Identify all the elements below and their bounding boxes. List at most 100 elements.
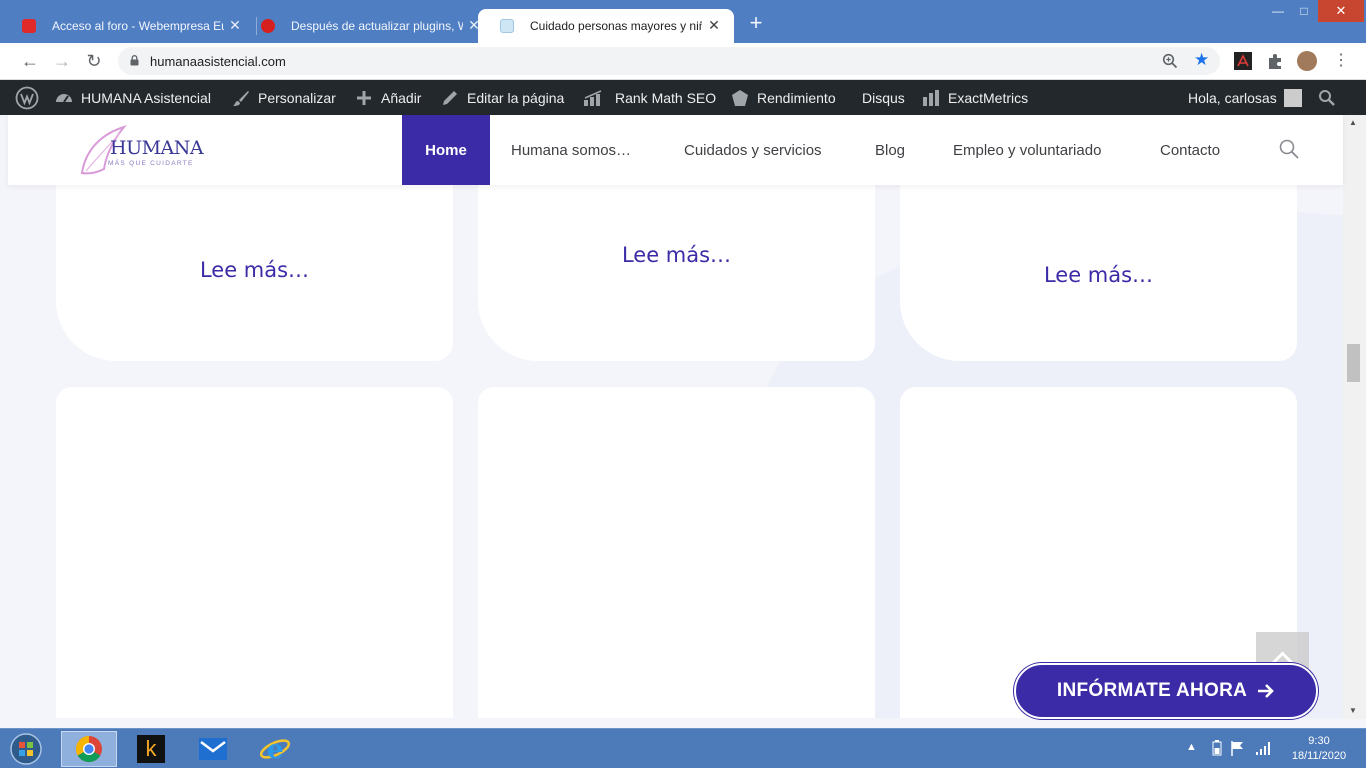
- nav-label: Humana somos…: [511, 141, 632, 159]
- browser-tab[interactable]: Acceso al foro - Webempresa Eu ✕: [0, 9, 255, 43]
- new-tab-button[interactable]: +: [746, 12, 766, 34]
- reload-icon[interactable]: ↻: [83, 50, 105, 72]
- browser-tab-active[interactable]: Cuidado personas mayores y niño ✕: [478, 9, 734, 43]
- nav-home[interactable]: Home: [402, 115, 490, 185]
- scroll-down-icon[interactable]: ▼: [1349, 706, 1357, 715]
- cta-label: INFÓRMATE AHORA: [1056, 680, 1248, 701]
- taskbar-chrome[interactable]: [61, 731, 117, 767]
- brush-icon: [233, 90, 249, 106]
- bars-icon: [923, 89, 939, 106]
- service-card: Lee más…: [56, 185, 453, 361]
- admin-edit-page[interactable]: Editar la página: [441, 80, 564, 115]
- webempresa-icon: [22, 19, 36, 33]
- nav-label: Blog: [875, 141, 906, 159]
- admin-item-label: Personalizar: [258, 89, 336, 106]
- extensions-icon[interactable]: [1266, 52, 1284, 70]
- battery-icon[interactable]: [1212, 740, 1222, 759]
- logo-tagline: MÁS QUE CUIDARTE: [108, 160, 194, 167]
- admin-rank-math[interactable]: Rank Math SEO: [583, 80, 716, 115]
- service-card: Lee más…: [900, 185, 1297, 361]
- scroll-thumb[interactable]: [1347, 344, 1360, 382]
- url-text[interactable]: humanaasistencial.com: [150, 54, 286, 69]
- nav-humana-somos[interactable]: Humana somos…: [511, 115, 631, 185]
- maximize-icon[interactable]: □: [1290, 4, 1318, 20]
- pencil-icon: [443, 90, 457, 105]
- close-icon[interactable]: ✕: [706, 17, 722, 34]
- read-more-link[interactable]: Lee más…: [478, 243, 875, 267]
- lock-icon: [130, 55, 139, 66]
- site-header: HUMANA MÁS QUE CUIDARTE Home Humana somo…: [8, 115, 1343, 185]
- cta-informate-button[interactable]: INFÓRMATE AHORA: [1014, 663, 1318, 719]
- nav-contacto[interactable]: Contacto: [1160, 115, 1220, 185]
- admin-account[interactable]: Hola, carlosas: [1188, 80, 1302, 115]
- admin-greeting: Hola, carlosas: [1188, 89, 1277, 106]
- bookmark-star-icon[interactable]: ★: [1194, 50, 1209, 70]
- clock-date: 18/11/2020: [1291, 750, 1347, 762]
- admin-item-label: ExactMetrics: [948, 89, 1029, 106]
- read-more-link[interactable]: Lee más…: [56, 258, 453, 282]
- nav-empleo-voluntariado[interactable]: Empleo y voluntariado: [953, 115, 1101, 185]
- zoom-icon[interactable]: [1162, 53, 1178, 69]
- chrome-icon: [75, 735, 102, 763]
- nav-cuidados-servicios[interactable]: Cuidados y servicios: [684, 115, 822, 185]
- window-close-icon[interactable]: ✕: [1318, 0, 1364, 22]
- rankmath-icon: [584, 89, 602, 106]
- admin-item-label: HUMANA Asistencial: [81, 89, 211, 106]
- webempresa-round-icon: [261, 19, 275, 33]
- start-button[interactable]: [0, 731, 52, 767]
- nav-label: Empleo y voluntariado: [953, 141, 1102, 159]
- admin-disqus[interactable]: Disqus: [862, 80, 905, 115]
- site-logo[interactable]: HUMANA MÁS QUE CUIDARTE: [80, 123, 204, 177]
- browser-tab[interactable]: Después de actualizar plugins, W ✕: [239, 9, 494, 43]
- search-icon[interactable]: [1279, 139, 1299, 159]
- k-app-icon: k: [137, 735, 165, 763]
- admin-search-icon[interactable]: [1318, 80, 1336, 115]
- browser-menu-icon[interactable]: ⋮: [1333, 50, 1349, 72]
- profile-avatar[interactable]: [1297, 51, 1317, 71]
- read-more-link[interactable]: Lee más…: [900, 263, 1297, 287]
- windows-taskbar: k e ▲ 9:30 18/11/2020: [0, 728, 1366, 768]
- admin-add-new[interactable]: Añadir: [355, 80, 421, 115]
- scroll-up-icon[interactable]: ▲: [1349, 118, 1357, 127]
- taskbar-mail[interactable]: [185, 731, 241, 767]
- admin-exactmetrics[interactable]: ExactMetrics: [922, 80, 1028, 115]
- avatar: [1283, 88, 1302, 107]
- browser-toolbar: ← → ↻ humanaasistencial.com ★ ⋮: [0, 43, 1366, 80]
- admin-site-name[interactable]: HUMANA Asistencial: [55, 80, 211, 115]
- clock-time: 9:30: [1308, 735, 1330, 747]
- taskbar-ie[interactable]: e: [247, 731, 303, 767]
- forward-icon[interactable]: →: [51, 50, 73, 72]
- page-scrollbar[interactable]: ▲ ▼: [1343, 115, 1366, 719]
- address-bar[interactable]: humanaasistencial.com ★: [118, 47, 1220, 75]
- admin-item-label: Editar la página: [467, 89, 565, 106]
- admin-performance[interactable]: Rendimiento: [731, 80, 836, 115]
- taskbar-clock[interactable]: 9:30 18/11/2020: [1286, 734, 1352, 764]
- nav-label: Cuidados y servicios: [684, 141, 822, 159]
- tab-title: Acceso al foro - Webempresa Eu: [52, 19, 224, 33]
- service-card: Lee más…: [478, 185, 875, 361]
- wp-admin-bar: HUMANA Asistencial Personalizar Añadir E…: [0, 80, 1366, 115]
- nav-label: Home: [425, 141, 467, 159]
- network-icon[interactable]: [1255, 740, 1273, 759]
- performance-icon: [732, 89, 748, 106]
- tab-title: Cuidado personas mayores y niño: [530, 19, 702, 33]
- mail-icon: [199, 738, 227, 760]
- admin-item-label: Rendimiento: [757, 89, 836, 106]
- service-card: [478, 387, 875, 718]
- plus-icon: [357, 90, 371, 105]
- admin-item-label: Rank Math SEO: [615, 89, 717, 106]
- services-grid: Lee más… Lee más… Lee más…: [8, 185, 1343, 718]
- flag-icon[interactable]: [1230, 740, 1246, 759]
- internet-explorer-icon: e: [259, 735, 291, 764]
- nav-blog[interactable]: Blog: [875, 115, 905, 185]
- admin-item-label: Disqus: [862, 89, 905, 106]
- back-icon[interactable]: ←: [19, 50, 41, 72]
- wordpress-logo-icon[interactable]: [15, 80, 39, 115]
- humana-icon: [500, 19, 514, 33]
- pdf-extension-icon[interactable]: [1234, 52, 1252, 70]
- tray-expand-icon[interactable]: ▲: [1186, 741, 1197, 753]
- admin-customize[interactable]: Personalizar: [232, 80, 336, 115]
- tab-title: Después de actualizar plugins, W: [291, 19, 463, 33]
- minimize-icon[interactable]: —: [1264, 4, 1292, 20]
- taskbar-kindle[interactable]: k: [123, 731, 179, 767]
